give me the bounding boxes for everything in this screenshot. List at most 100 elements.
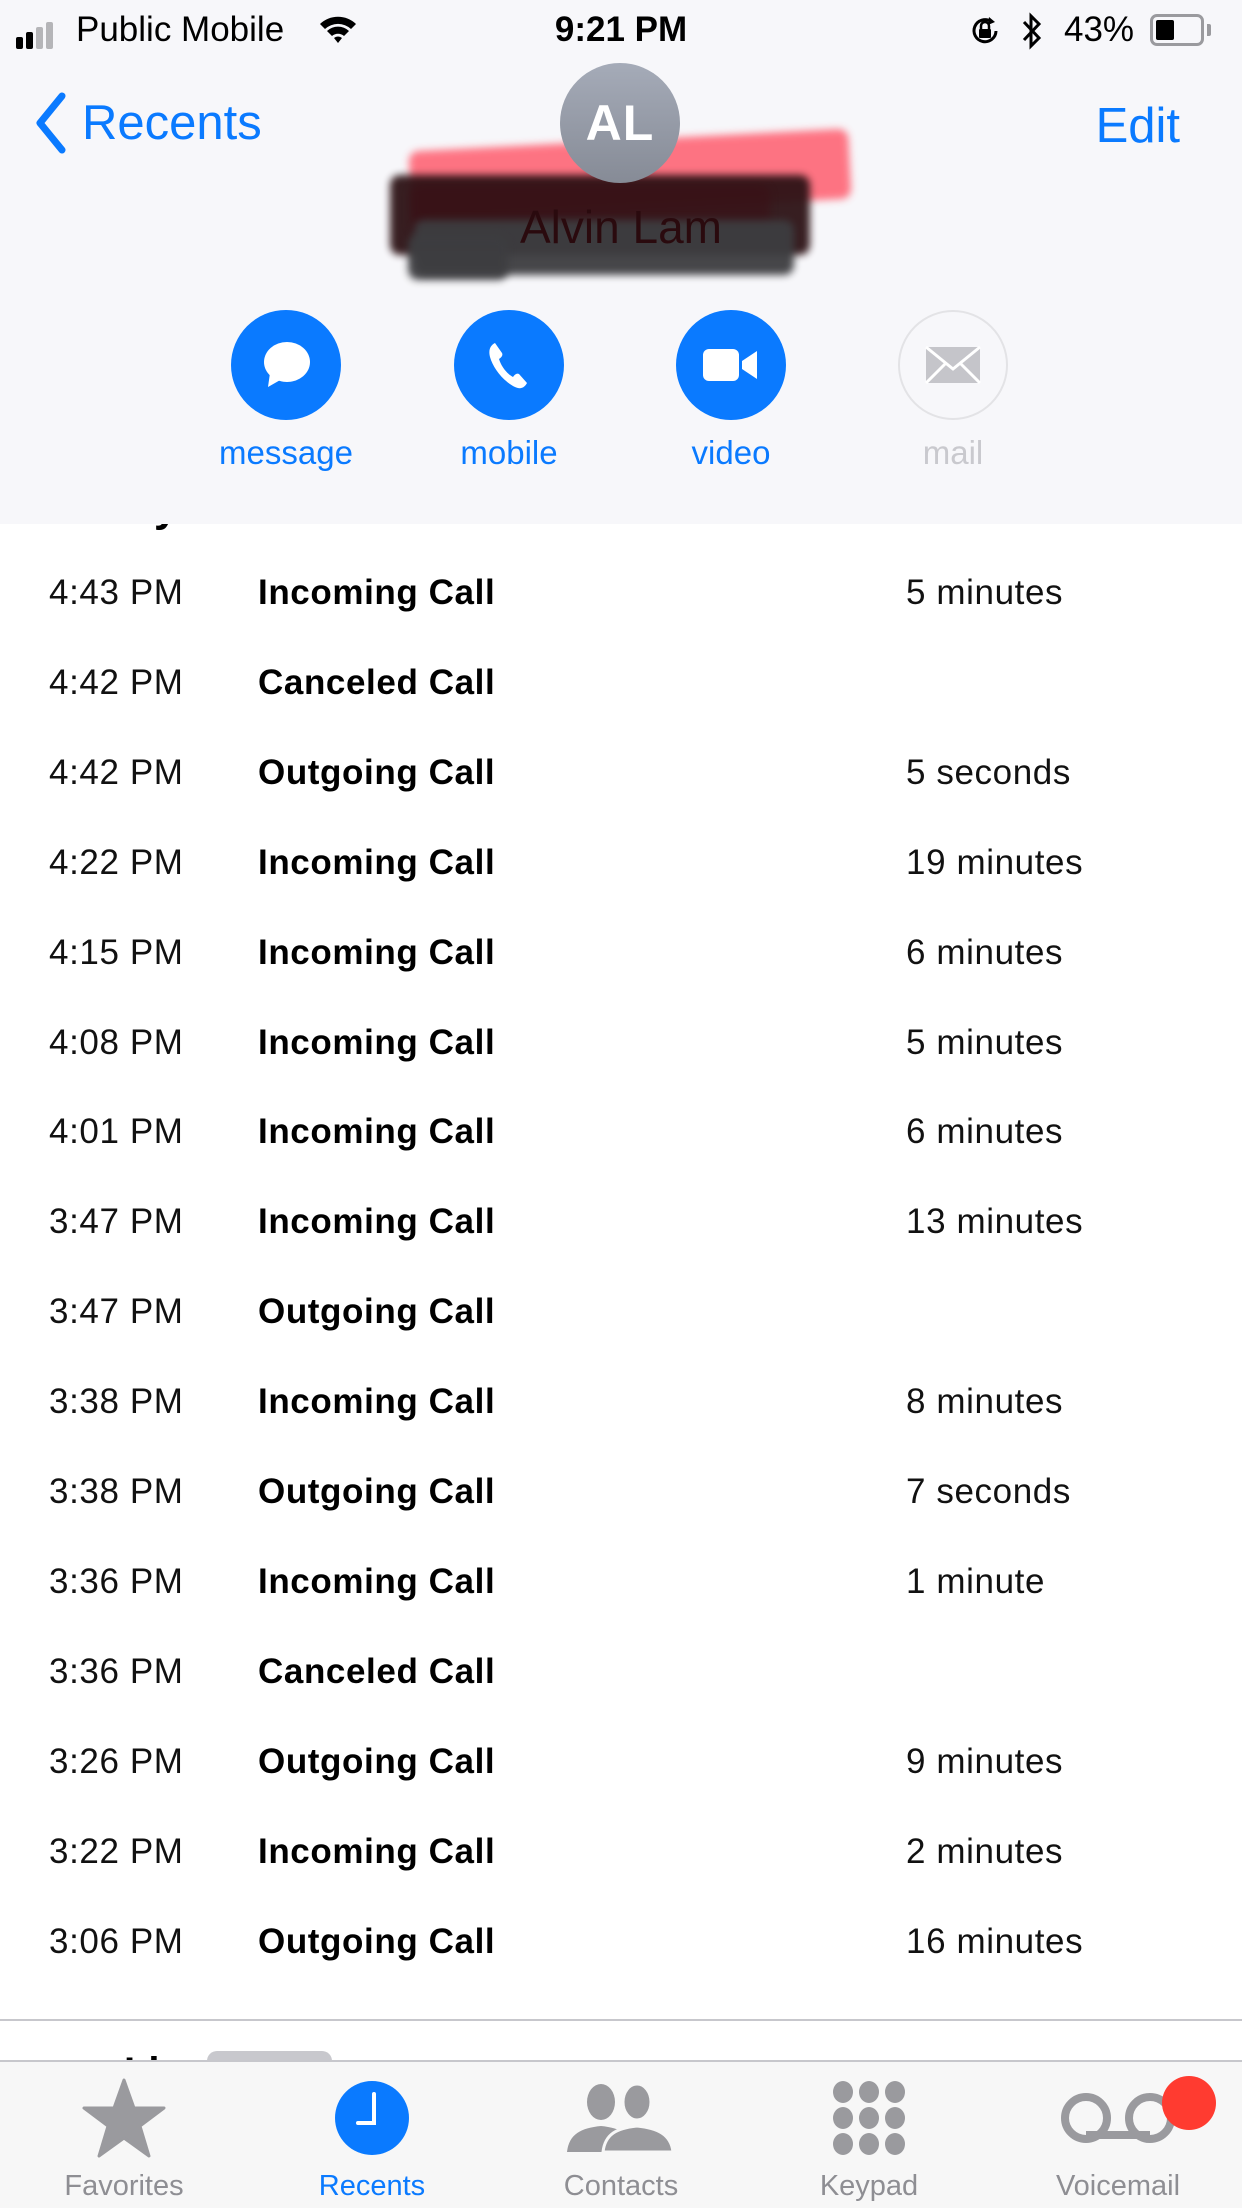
call-time: 3:47 PM [49,1292,184,1331]
call-row: 4:42 PM Canceled Call [0,638,1242,728]
tab-keypad-label: Keypad [819,2170,919,2202]
call-time: 3:47 PM [49,1202,184,1241]
call-duration: 2 minutes [906,1832,1064,1871]
message-action-label: message [219,434,353,471]
call-time: 3:36 PM [49,1652,184,1691]
video-call-button[interactable]: video [651,310,811,472]
call-time: 4:15 PM [49,933,184,972]
call-duration: 13 minutes [906,1202,1084,1241]
contact-actions: message mobile video mail [0,310,1242,490]
status-bar: Public Mobile 9:21 PM 43% [0,0,1242,60]
call-row: 4:43 PM Incoming Call 5 minutes [0,548,1242,638]
contact-name-redacted: Alvin Lam [390,128,900,310]
call-duration: 7 seconds [906,1472,1071,1511]
status-time: 9:21 PM [554,10,688,49]
contact-name: Alvin Lam [520,201,722,253]
message-bubble-icon [264,342,310,387]
call-time: 4:01 PM [49,1112,184,1151]
call-row: 3:26 PM Outgoing Call 9 minutes [0,1717,1242,1807]
video-camera-icon [703,349,757,381]
message-action-button[interactable]: message [206,310,366,472]
call-row: 4:15 PM Incoming Call 6 minutes [0,908,1242,998]
call-duration: 16 minutes [906,1922,1084,1961]
call-time: 4:08 PM [49,1023,184,1062]
battery-cap [1207,24,1211,36]
tab-favorites[interactable]: Favorites [0,2062,248,2208]
call-time: 4:43 PM [49,573,184,612]
tab-recents[interactable]: Recents [248,2062,496,2208]
call-duration: 6 minutes [906,933,1064,972]
call-type: Outgoing Call [258,1922,496,1961]
call-type: Incoming Call [258,843,496,882]
call-row: 3:38 PM Outgoing Call 7 seconds [0,1447,1242,1537]
call-type: Outgoing Call [258,1742,496,1781]
call-row: 3:38 PM Incoming Call 8 minutes [0,1357,1242,1447]
call-row: 4:08 PM Incoming Call 5 minutes [0,998,1242,1088]
back-button[interactable]: Recents [34,92,262,154]
call-row: 3:22 PM Incoming Call 2 minutes [0,1807,1242,1897]
call-duration: 5 seconds [906,753,1071,792]
voicemail-badge [1162,2076,1216,2130]
contacts-icon [567,2082,675,2154]
mobile-action-label: mobile [460,434,558,471]
call-duration: 5 minutes [906,1023,1064,1062]
call-time: 3:38 PM [49,1382,184,1421]
call-type: Canceled Call [258,663,496,702]
tab-contacts-label: Contacts [563,2170,679,2202]
video-action-label: video [691,434,771,471]
chevron-left-icon [36,92,66,154]
call-time: 4:42 PM [49,663,184,702]
call-row: 3:47 PM Incoming Call 13 minutes [0,1177,1242,1267]
clock-icon [335,2081,409,2155]
call-row: 3:36 PM Incoming Call 1 minute [0,1537,1242,1627]
call-type: Outgoing Call [258,1472,496,1511]
call-type: Canceled Call [258,1652,496,1691]
call-type: Incoming Call [258,1832,496,1871]
edit-button[interactable]: Edit [1096,98,1180,154]
call-time: 4:42 PM [49,753,184,792]
mail-action-circle [898,310,1008,420]
call-time: 3:38 PM [49,1472,184,1511]
call-type: Incoming Call [258,1023,496,1062]
call-row: 3:47 PM Outgoing Call [0,1267,1242,1357]
tab-contacts[interactable]: Contacts [497,2062,745,2208]
tab-bar: Favorites Recents Contacts Keypad Voicem… [0,2060,1242,2208]
bluetooth-icon [1020,12,1044,55]
message-action-circle [231,310,341,420]
call-duration: 9 minutes [906,1742,1064,1781]
tab-keypad[interactable]: Keypad [745,2062,993,2208]
call-duration: 8 minutes [906,1382,1064,1421]
call-time: 3:06 PM [49,1922,184,1961]
call-time: 3:22 PM [49,1832,184,1871]
call-type: Incoming Call [258,933,496,972]
call-type: Incoming Call [258,1382,496,1421]
contact-header: Public Mobile 9:21 PM 43% Recents Edit A… [0,0,1242,524]
tab-recents-label: Recents [318,2170,426,2202]
mobile-action-circle [454,310,564,420]
call-type: Incoming Call [258,1562,496,1601]
star-icon [82,2078,166,2158]
voicemail-icon [1061,2093,1175,2143]
phone-icon [489,343,527,389]
call-type: Incoming Call [258,1112,496,1151]
call-row: 3:06 PM Outgoing Call 16 minutes [0,1897,1242,1987]
mobile-call-button[interactable]: mobile [429,310,589,472]
call-time: 4:22 PM [49,843,184,882]
back-label: Recents [82,96,262,150]
battery-icon [1150,14,1204,46]
call-type: Incoming Call [258,1202,496,1241]
call-type: Incoming Call [258,573,496,612]
keypad-icon [833,2081,905,2155]
call-duration: 19 minutes [906,843,1084,882]
tab-favorites-label: Favorites [64,2170,184,2202]
call-duration: 1 minute [906,1562,1046,1601]
battery-level-fill [1156,20,1175,40]
tab-voicemail[interactable]: Voicemail [994,2062,1242,2208]
video-action-circle [676,310,786,420]
avatar: AL [560,63,680,183]
mail-action-label: mail [922,434,984,471]
call-duration: 5 minutes [906,573,1064,612]
call-time: 3:26 PM [49,1742,184,1781]
mail-action-button[interactable]: mail [873,310,1033,472]
call-row: 3:36 PM Canceled Call [0,1627,1242,1717]
